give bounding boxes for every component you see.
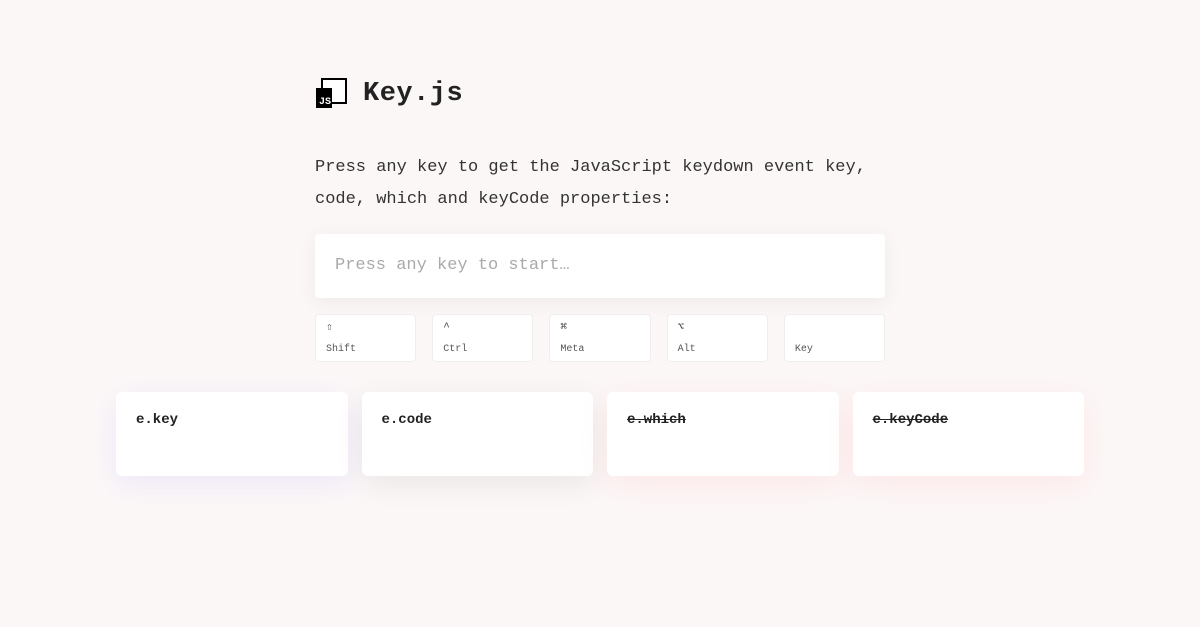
svg-text:JS: JS (319, 97, 331, 108)
result-card-which: e.which (607, 392, 839, 476)
key-input-container[interactable] (315, 234, 885, 298)
modifier-label: Ctrl (443, 345, 522, 355)
modifier-label: Key (795, 345, 874, 355)
js-logo-icon: JS (315, 78, 347, 110)
ctrl-icon: ^ (443, 323, 522, 334)
description-text: Press any key to get the JavaScript keyd… (315, 152, 885, 216)
result-card-keycode: e.keyCode (853, 392, 1085, 476)
modifier-key-ctrl[interactable]: ^ Ctrl (432, 314, 533, 362)
shift-icon: ⇧ (326, 323, 405, 334)
modifier-key-shift[interactable]: ⇧ Shift (315, 314, 416, 362)
modifier-key-generic[interactable]: Key (784, 314, 885, 362)
result-label: e.which (627, 412, 686, 428)
modifier-label: Meta (560, 345, 639, 355)
key-input[interactable] (335, 256, 865, 275)
result-card-key: e.key (116, 392, 348, 476)
modifier-key-alt[interactable]: ⌥ Alt (667, 314, 768, 362)
result-label: e.code (382, 412, 432, 428)
page-title: Key.js (363, 79, 463, 109)
modifier-key-meta[interactable]: ⌘ Meta (549, 314, 650, 362)
modifier-label: Alt (678, 345, 757, 355)
result-card-code: e.code (362, 392, 594, 476)
result-label: e.key (136, 412, 178, 428)
modifier-label: Shift (326, 345, 405, 355)
meta-icon: ⌘ (560, 323, 639, 334)
result-label: e.keyCode (873, 412, 949, 428)
alt-icon: ⌥ (678, 323, 757, 334)
